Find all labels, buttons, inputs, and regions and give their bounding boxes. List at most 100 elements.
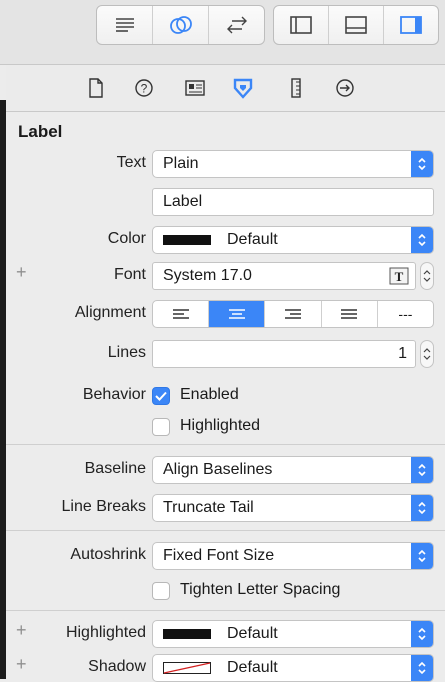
enabled-checkbox[interactable] <box>152 387 170 405</box>
section-divider <box>6 444 445 445</box>
text-value-field[interactable]: Label <box>152 188 434 216</box>
color-swatch <box>163 235 211 245</box>
assistant-editor-button[interactable] <box>153 6 209 44</box>
popup-chevron-icon <box>411 457 433 483</box>
shadow-add-variation-button[interactable]: + <box>16 654 27 675</box>
font-picker-icon: T <box>389 267 409 285</box>
tab-attributes-inspector[interactable] <box>229 75 257 101</box>
file-inspector-icon <box>89 78 103 98</box>
tighten-spacing-checkbox[interactable] <box>152 582 170 600</box>
svg-text:T: T <box>395 269 404 284</box>
text-value: Label <box>163 193 203 210</box>
align-justified-button[interactable] <box>322 301 378 327</box>
section-divider <box>6 530 445 531</box>
shadow-popup[interactable]: Default <box>152 654 434 682</box>
baseline-value: Align Baselines <box>163 461 273 478</box>
tab-connections-inspector[interactable] <box>331 75 359 101</box>
line-breaks-value: Truncate Tail <box>163 499 254 516</box>
attributes-panel: Label Text Plain Label Color Default + F… <box>6 112 445 682</box>
popup-chevron-icon <box>411 621 433 647</box>
stepper-icon <box>423 270 431 282</box>
autoshrink-popup[interactable]: Fixed Font Size <box>152 542 434 570</box>
tab-size-inspector[interactable] <box>282 75 310 101</box>
view-toggle-segment <box>273 5 439 45</box>
color-value: Default <box>227 231 278 248</box>
alignment-segment: --- <box>152 300 434 328</box>
highlighted-color-swatch <box>163 629 211 639</box>
highlighted-checkbox[interactable] <box>152 418 170 436</box>
connections-inspector-icon <box>336 79 354 97</box>
version-editor-button[interactable] <box>209 6 264 44</box>
color-popup[interactable]: Default <box>152 226 434 254</box>
highlighted-check-label: Highlighted <box>180 417 261 434</box>
font-add-variation-button[interactable]: + <box>16 262 27 283</box>
color-label: Color <box>107 230 146 247</box>
align-left-button[interactable] <box>153 301 210 327</box>
align-natural-button[interactable]: --- <box>378 301 433 327</box>
utilities-toggle-icon <box>400 16 422 34</box>
align-right-icon <box>285 309 301 319</box>
no-color-swatch-icon <box>163 662 211 674</box>
toolbar <box>0 0 445 65</box>
highlighted-color-popup[interactable]: Default <box>152 620 434 648</box>
enabled-label: Enabled <box>180 386 239 403</box>
align-natural-label: --- <box>398 306 413 322</box>
text-label: Text <box>116 154 146 171</box>
align-left-icon <box>172 309 189 319</box>
font-picker-button[interactable]: T <box>389 267 409 290</box>
navigator-toggle-icon <box>290 16 312 34</box>
debug-area-toggle-icon <box>345 16 367 34</box>
lines-label: Lines <box>107 344 146 361</box>
baseline-label: Baseline <box>84 460 146 477</box>
font-value: System 17.0 <box>163 267 252 284</box>
debug-area-toggle-button[interactable] <box>329 6 384 44</box>
quick-help-icon: ? <box>135 79 153 97</box>
tab-file-inspector[interactable] <box>82 75 110 101</box>
section-title: Label <box>18 122 63 141</box>
text-type-value: Plain <box>163 155 199 172</box>
section-divider <box>6 610 445 611</box>
text-type-popup[interactable]: Plain <box>152 150 434 178</box>
align-right-button[interactable] <box>265 301 322 327</box>
utilities-toggle-button[interactable] <box>384 6 438 44</box>
autoshrink-label: Autoshrink <box>70 546 146 563</box>
align-center-icon <box>228 309 245 319</box>
behavior-label: Behavior <box>82 386 146 403</box>
version-editor-icon <box>226 16 247 34</box>
shadow-value: Default <box>227 659 278 676</box>
lines-field[interactable]: 1 <box>152 340 416 368</box>
tab-identity-inspector[interactable] <box>181 75 209 101</box>
popup-chevron-icon <box>411 495 433 521</box>
size-inspector-icon <box>291 78 301 98</box>
assistant-editor-icon <box>169 16 192 34</box>
baseline-popup[interactable]: Align Baselines <box>152 456 434 484</box>
highlighted-color-value: Default <box>227 625 278 642</box>
standard-editor-icon <box>115 18 134 32</box>
popup-chevron-icon <box>411 227 433 253</box>
shadow-label: Shadow <box>88 658 146 675</box>
popup-chevron-icon <box>411 543 433 569</box>
highlighted-color-label: Highlighted <box>65 624 146 641</box>
align-center-button[interactable] <box>209 301 266 327</box>
lines-value: 1 <box>398 345 407 362</box>
inspector-tabs: ? <box>6 65 445 112</box>
stepper-icon <box>423 348 431 360</box>
attributes-inspector-icon <box>233 78 253 99</box>
align-justified-icon <box>341 309 358 319</box>
autoshrink-value: Fixed Font Size <box>163 547 275 564</box>
svg-text:?: ? <box>141 82 148 96</box>
line-breaks-popup[interactable]: Truncate Tail <box>152 494 434 522</box>
tab-quick-help[interactable]: ? <box>130 75 158 101</box>
line-breaks-label: Line Breaks <box>61 498 147 515</box>
lines-stepper[interactable] <box>420 340 434 368</box>
font-label: Font <box>113 266 146 283</box>
standard-editor-button[interactable] <box>97 6 153 44</box>
popup-chevron-icon <box>411 151 433 177</box>
popup-chevron-icon <box>411 655 433 681</box>
identity-inspector-icon <box>185 80 205 96</box>
font-size-stepper[interactable] <box>420 262 434 290</box>
alignment-label: Alignment <box>74 304 146 321</box>
editor-mode-segment <box>96 5 265 45</box>
navigator-toggle-button[interactable] <box>274 6 329 44</box>
highlighted-add-variation-button[interactable]: + <box>16 620 27 641</box>
